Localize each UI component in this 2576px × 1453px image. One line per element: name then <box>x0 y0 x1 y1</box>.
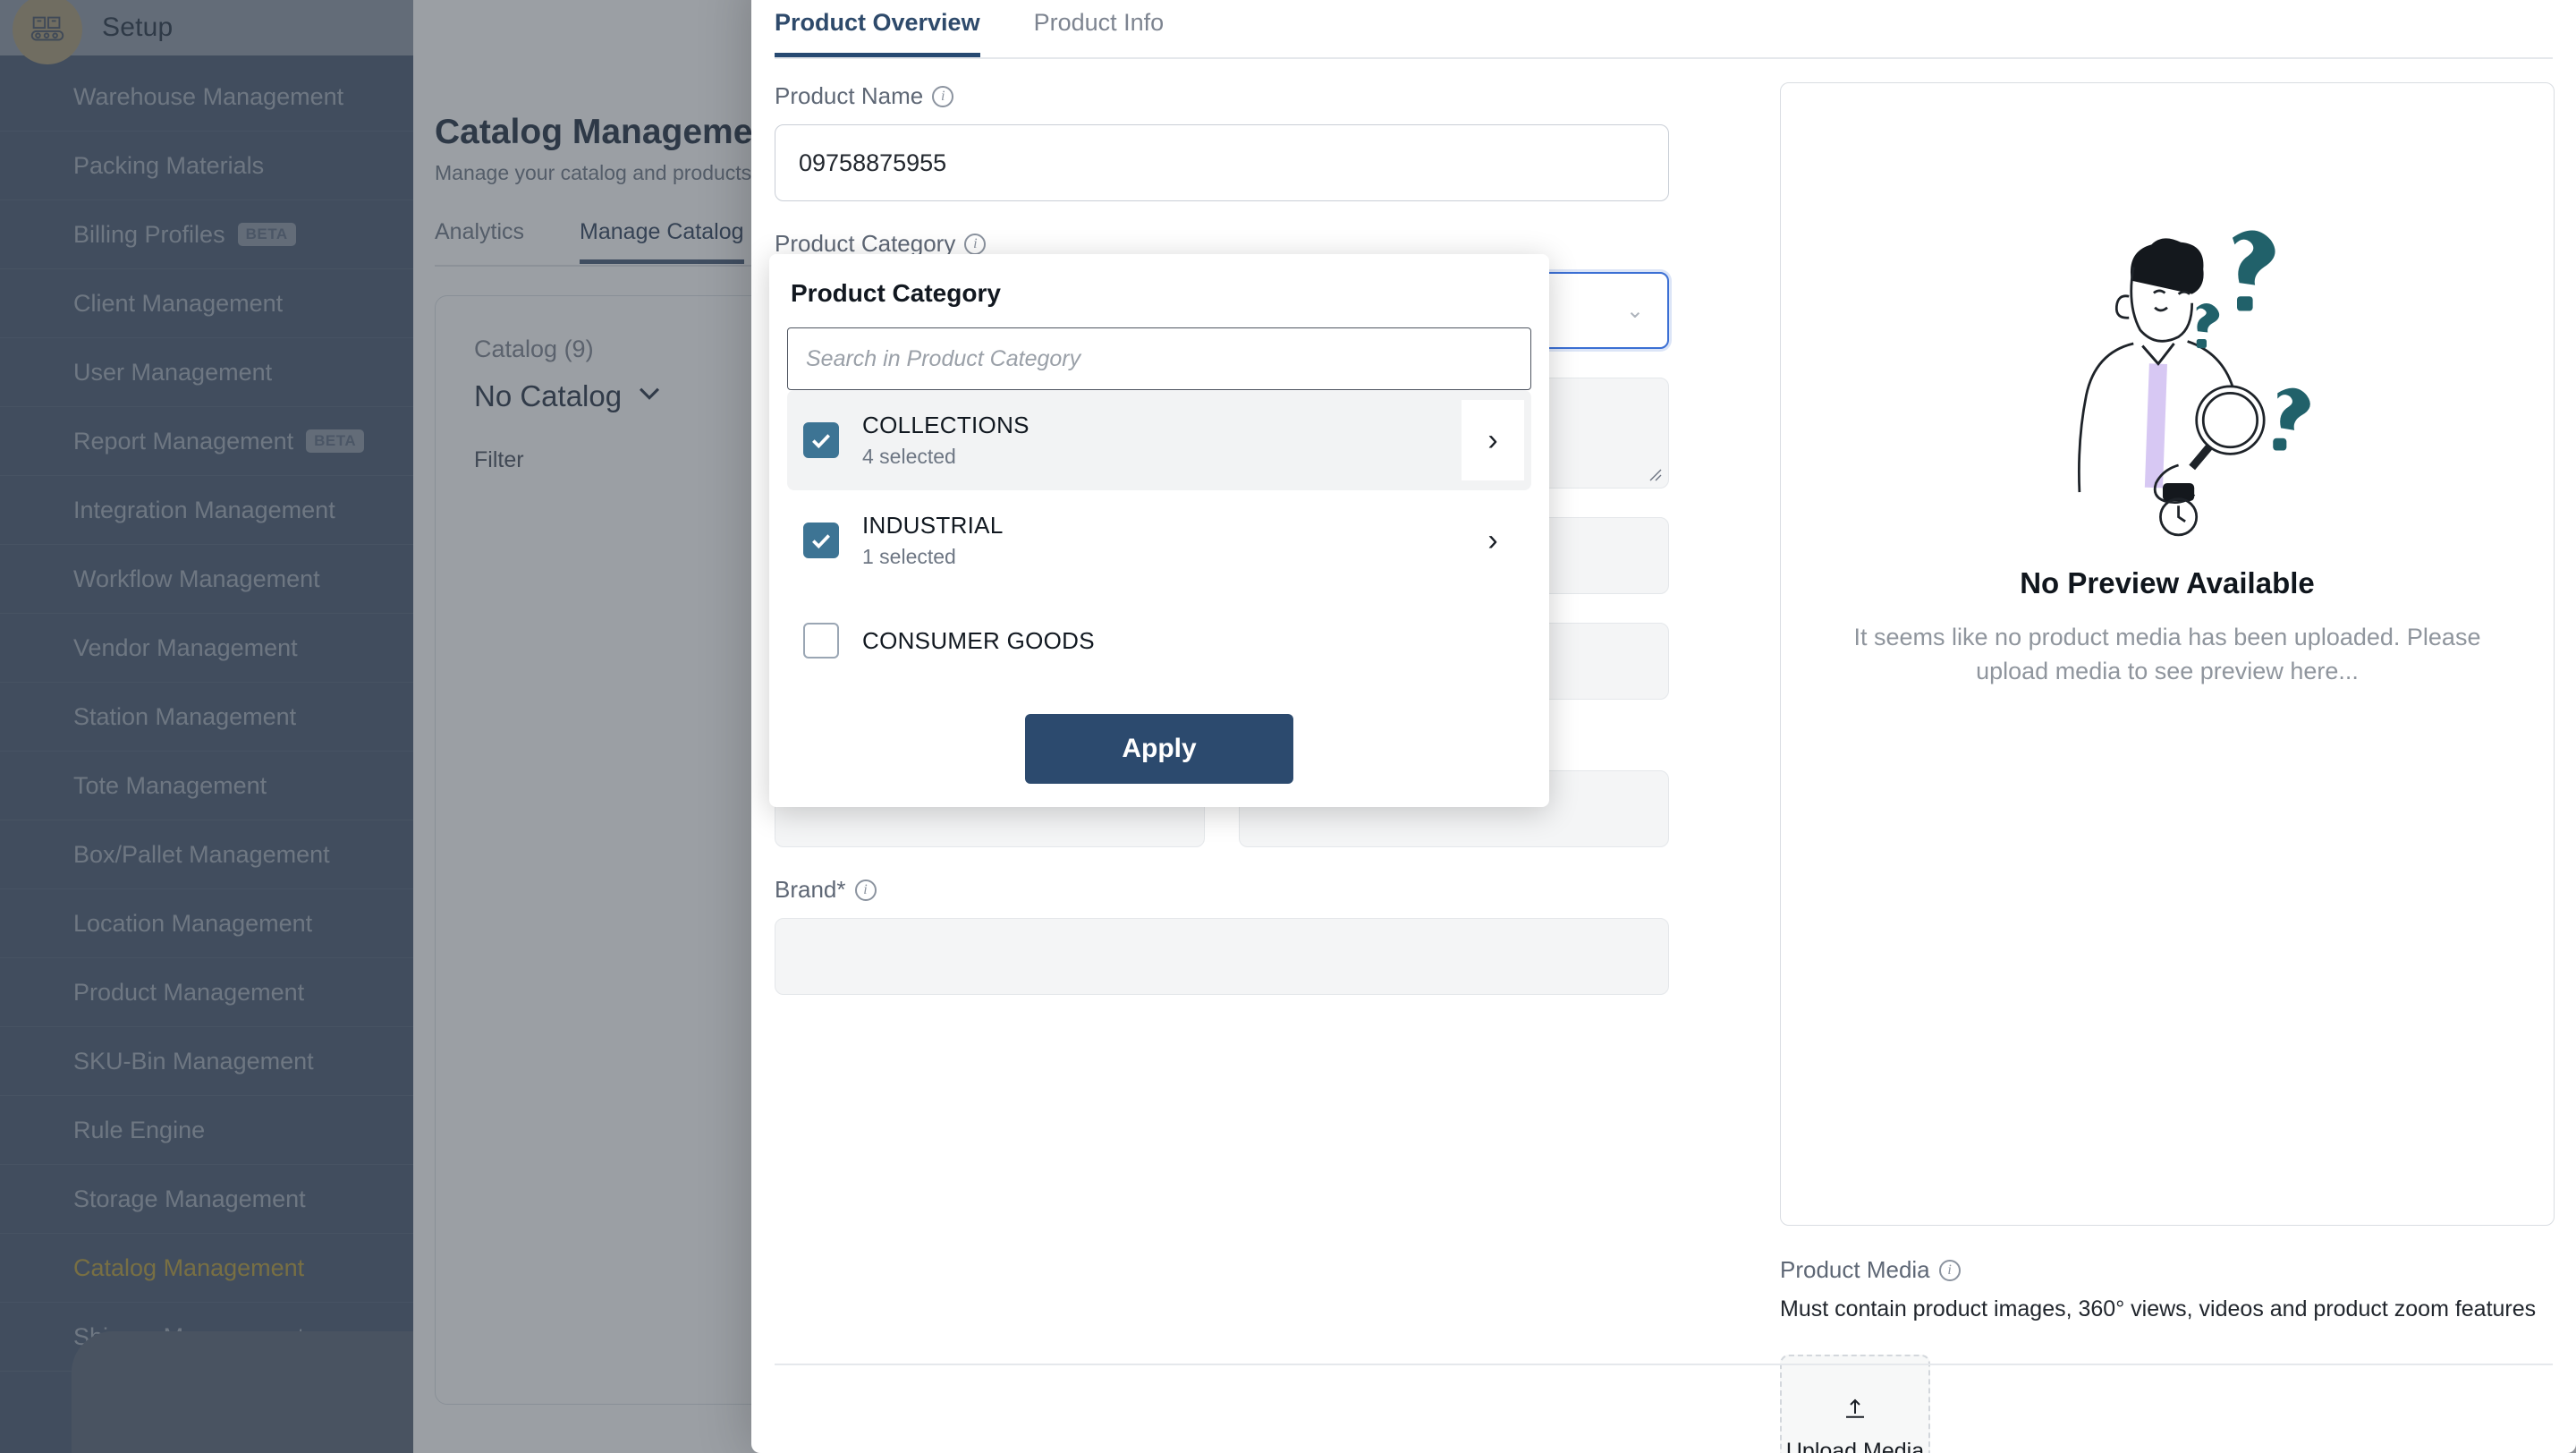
apply-button[interactable]: Apply <box>1025 714 1293 784</box>
upload-media-button[interactable]: Upload Media <box>1780 1355 1930 1453</box>
category-search-input[interactable]: Search in Product Category <box>787 327 1531 390</box>
checkbox-checked-icon[interactable] <box>803 422 839 458</box>
preview-description: It seems like no product media has been … <box>1843 620 2491 689</box>
product-media-label: Product Media i <box>1780 1256 2555 1284</box>
tab-product-info[interactable]: Product Info <box>1034 9 1165 57</box>
preview-box: No Preview Available It seems like no pr… <box>1780 82 2555 1226</box>
category-option-sub: 1 selected <box>862 545 1004 569</box>
resize-handle-icon[interactable] <box>1647 466 1663 482</box>
chevron-right-icon[interactable]: › <box>1462 500 1524 581</box>
product-name-input[interactable]: 09758875955 <box>775 124 1669 201</box>
product-detail-modal: Manage product attributes, identifiers, … <box>751 0 2576 1453</box>
product-name-label-text: Product Name <box>775 82 923 110</box>
brand-input[interactable] <box>775 918 1669 995</box>
info-icon[interactable]: i <box>855 879 877 901</box>
field-brand: Brand* i <box>775 876 1669 995</box>
category-option-text: INDUSTRIAL 1 selected <box>862 512 1004 569</box>
product-category-dropdown-panel: Product Category Search in Product Categ… <box>769 254 1549 807</box>
chevron-down-icon[interactable]: ⌄ <box>1626 298 1644 324</box>
app-root: Catalog Management Manage your catalog a… <box>0 0 2576 1453</box>
brand-label: Brand* i <box>775 876 1669 904</box>
dropdown-footer: Apply <box>787 714 1531 784</box>
upload-media-label: Upload Media <box>1786 1439 1924 1453</box>
checkbox-checked-icon[interactable] <box>803 523 839 558</box>
brand-label-text: Brand* <box>775 876 846 904</box>
field-product-name: Product Name i 09758875955 <box>775 82 1669 201</box>
person-with-magnifier-icon <box>1997 200 2337 548</box>
preview-column: No Preview Available It seems like no pr… <box>1780 82 2555 1453</box>
category-option-text: COLLECTIONS 4 selected <box>862 412 1030 469</box>
category-option-label: CONSUMER GOODS <box>862 627 1095 655</box>
category-option-text: CONSUMER GOODS <box>862 627 1095 655</box>
category-option-consumer-goods[interactable]: CONSUMER GOODS <box>787 591 1531 691</box>
category-option-collections[interactable]: COLLECTIONS 4 selected › <box>787 390 1531 490</box>
category-option-sub: 4 selected <box>862 445 1030 469</box>
modal-tab-divider <box>775 57 2553 59</box>
preview-title: No Preview Available <box>1781 566 2554 600</box>
info-icon[interactable]: i <box>964 234 986 255</box>
product-name-label: Product Name i <box>775 82 1669 110</box>
info-icon[interactable]: i <box>932 86 953 107</box>
tab-product-overview[interactable]: Product Overview <box>775 9 980 57</box>
chevron-right-icon[interactable]: › <box>1462 400 1524 480</box>
category-option-industrial[interactable]: INDUSTRIAL 1 selected › <box>787 490 1531 591</box>
category-option-label: INDUSTRIAL <box>862 512 1004 540</box>
modal-tabs: Product Overview Product Info <box>775 9 1164 57</box>
info-icon[interactable]: i <box>1939 1260 1961 1281</box>
modal-footer-divider <box>775 1364 2553 1365</box>
dropdown-title: Product Category <box>791 279 1528 308</box>
product-media-description: Must contain product images, 360° views,… <box>1780 1296 2555 1322</box>
upload-icon <box>1842 1396 1868 1423</box>
product-media-label-text: Product Media <box>1780 1256 1930 1284</box>
product-media-section: Product Media i Must contain product ima… <box>1780 1256 2555 1453</box>
checkbox-unchecked-icon[interactable] <box>803 623 839 659</box>
category-option-label: COLLECTIONS <box>862 412 1030 439</box>
